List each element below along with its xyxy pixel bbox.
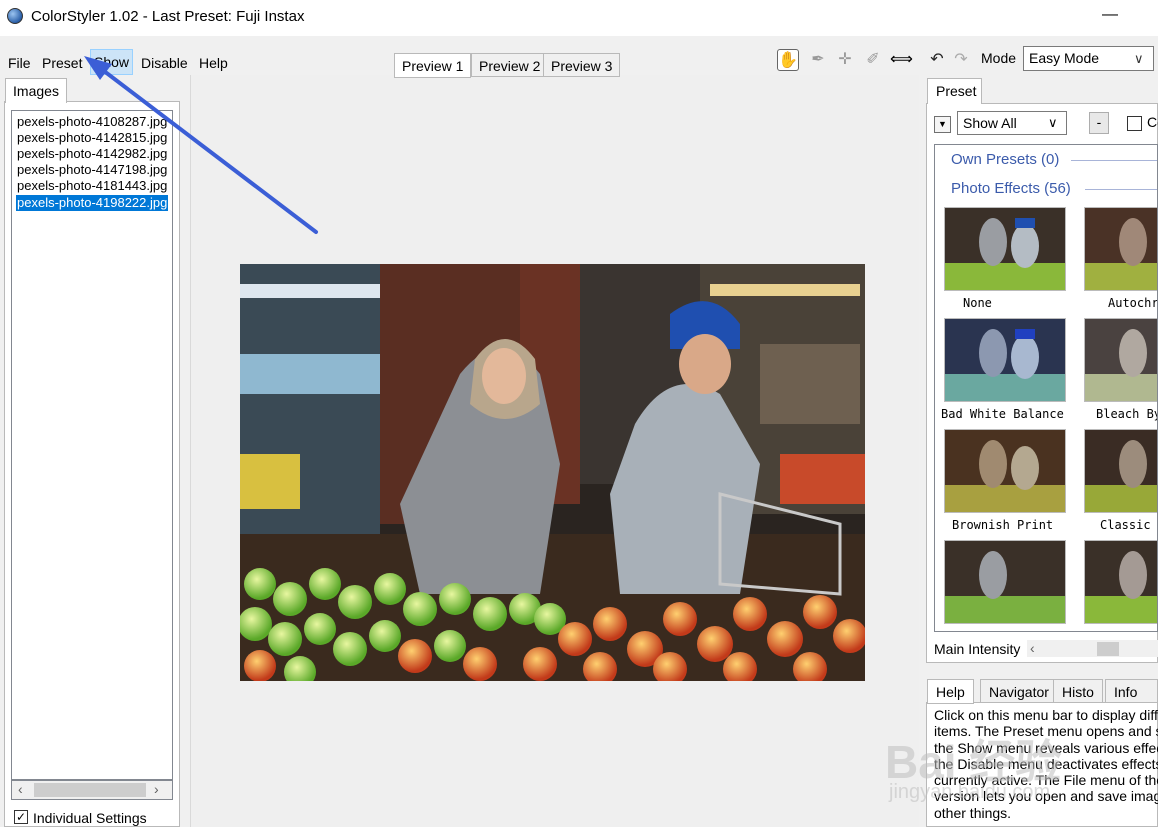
group-own-presets[interactable]: Own Presets (0) [951,151,1059,168]
tab-preview-3[interactable]: Preview 3 [543,53,621,77]
image-file-list[interactable]: pexels-photo-4108287.jpg pexels-photo-41… [11,110,173,780]
preset-thumbnail[interactable] [944,540,1066,624]
menu-help[interactable]: Help [196,52,231,74]
preset-option-label: Co [1147,114,1158,130]
menu-preset[interactable]: Preset [39,52,85,74]
app-logo-icon [7,8,23,24]
watermark-url: jingyan.baidu.com [889,781,1051,803]
menu-show[interactable]: Show [90,49,134,75]
eyedropper-icon[interactable]: ✒ [807,49,829,71]
tab-images[interactable]: Images [5,78,67,103]
scroll-right-icon[interactable]: › [154,781,159,797]
preset-thumbnail[interactable] [1084,429,1157,513]
tab-histo[interactable]: Histo [1053,679,1103,703]
tab-help[interactable]: Help [927,679,974,704]
preset-thumbnail[interactable] [1084,540,1157,624]
preset-thumbnail[interactable] [944,318,1066,402]
tab-preview-1[interactable]: Preview 1 [394,53,472,78]
tab-navigator[interactable]: Navigator [980,679,1058,703]
file-list-item[interactable]: pexels-photo-4142982.jpg [16,146,168,162]
preset-label: Bleach By [1096,407,1158,421]
scroll-thumb[interactable] [34,783,146,797]
undo-icon[interactable]: ↶ [926,49,948,71]
preset-label: None [963,296,992,310]
preset-label: Bad White Balance [941,407,1064,421]
tab-info[interactable]: Info [1105,679,1158,703]
crosshair-icon[interactable]: ✛ [834,49,856,71]
group-divider [1085,189,1157,190]
collapse-button[interactable]: - [1089,112,1109,134]
chevron-down-icon[interactable]: ∨ [1048,111,1058,135]
redo-icon[interactable]: ↷ [950,49,972,71]
individual-settings-label: Individual Settings [33,810,147,826]
scroll-left-icon[interactable]: ‹ [18,781,23,797]
preset-option-checkbox[interactable] [1127,116,1142,131]
brush-icon[interactable]: ✐ [862,49,884,71]
preset-thumbnail[interactable] [1084,318,1157,402]
preset-menu-dropdown-icon[interactable]: ▼ [934,116,951,133]
tab-preset[interactable]: Preset [927,78,982,104]
tab-preview-2[interactable]: Preview 2 [471,53,549,77]
file-list-item[interactable]: pexels-photo-4108287.jpg [16,114,168,130]
preset-list[interactable]: Own Presets (0) Photo Effects (56) None … [934,144,1158,632]
file-list-item[interactable]: pexels-photo-4142815.jpg [16,130,168,146]
mode-label: Mode [981,50,1017,66]
file-list-item-selected[interactable]: pexels-photo-4198222.jpg [16,195,169,211]
main-intensity-label: Main Intensity [934,641,1021,657]
file-list-item[interactable]: pexels-photo-4147198.jpg [16,162,168,178]
group-divider [1071,160,1157,161]
preset-label: Classic [1100,518,1151,532]
preset-thumbnail[interactable] [944,207,1066,291]
file-list-item[interactable]: pexels-photo-4181443.jpg [16,178,168,194]
individual-settings-checkbox[interactable]: ✓ [14,810,28,824]
preset-thumbnail[interactable] [1084,207,1157,291]
menu-disable[interactable]: Disable [138,52,191,74]
group-photo-effects[interactable]: Photo Effects (56) [951,180,1071,197]
preset-label: Autochr [1108,296,1158,310]
chevron-down-icon[interactable]: ∨ [1134,46,1144,71]
preset-thumbnail[interactable] [944,429,1066,513]
hand-tool-icon[interactable]: ✋ [777,49,799,71]
chevron-left-icon[interactable]: ‹ [1030,640,1035,656]
menu-file[interactable]: File [5,52,34,74]
intensity-slider-thumb[interactable] [1097,642,1119,656]
window-title: ColorStyler 1.02 - Last Preset: Fuji Ins… [31,8,305,25]
main-intensity-slider[interactable] [1027,640,1158,657]
preview-photo[interactable] [240,264,865,681]
minimize-button[interactable]: — [1100,6,1120,26]
preset-label: Brownish Print [952,518,1054,532]
split-view-icon[interactable]: ⟺ [890,49,913,71]
